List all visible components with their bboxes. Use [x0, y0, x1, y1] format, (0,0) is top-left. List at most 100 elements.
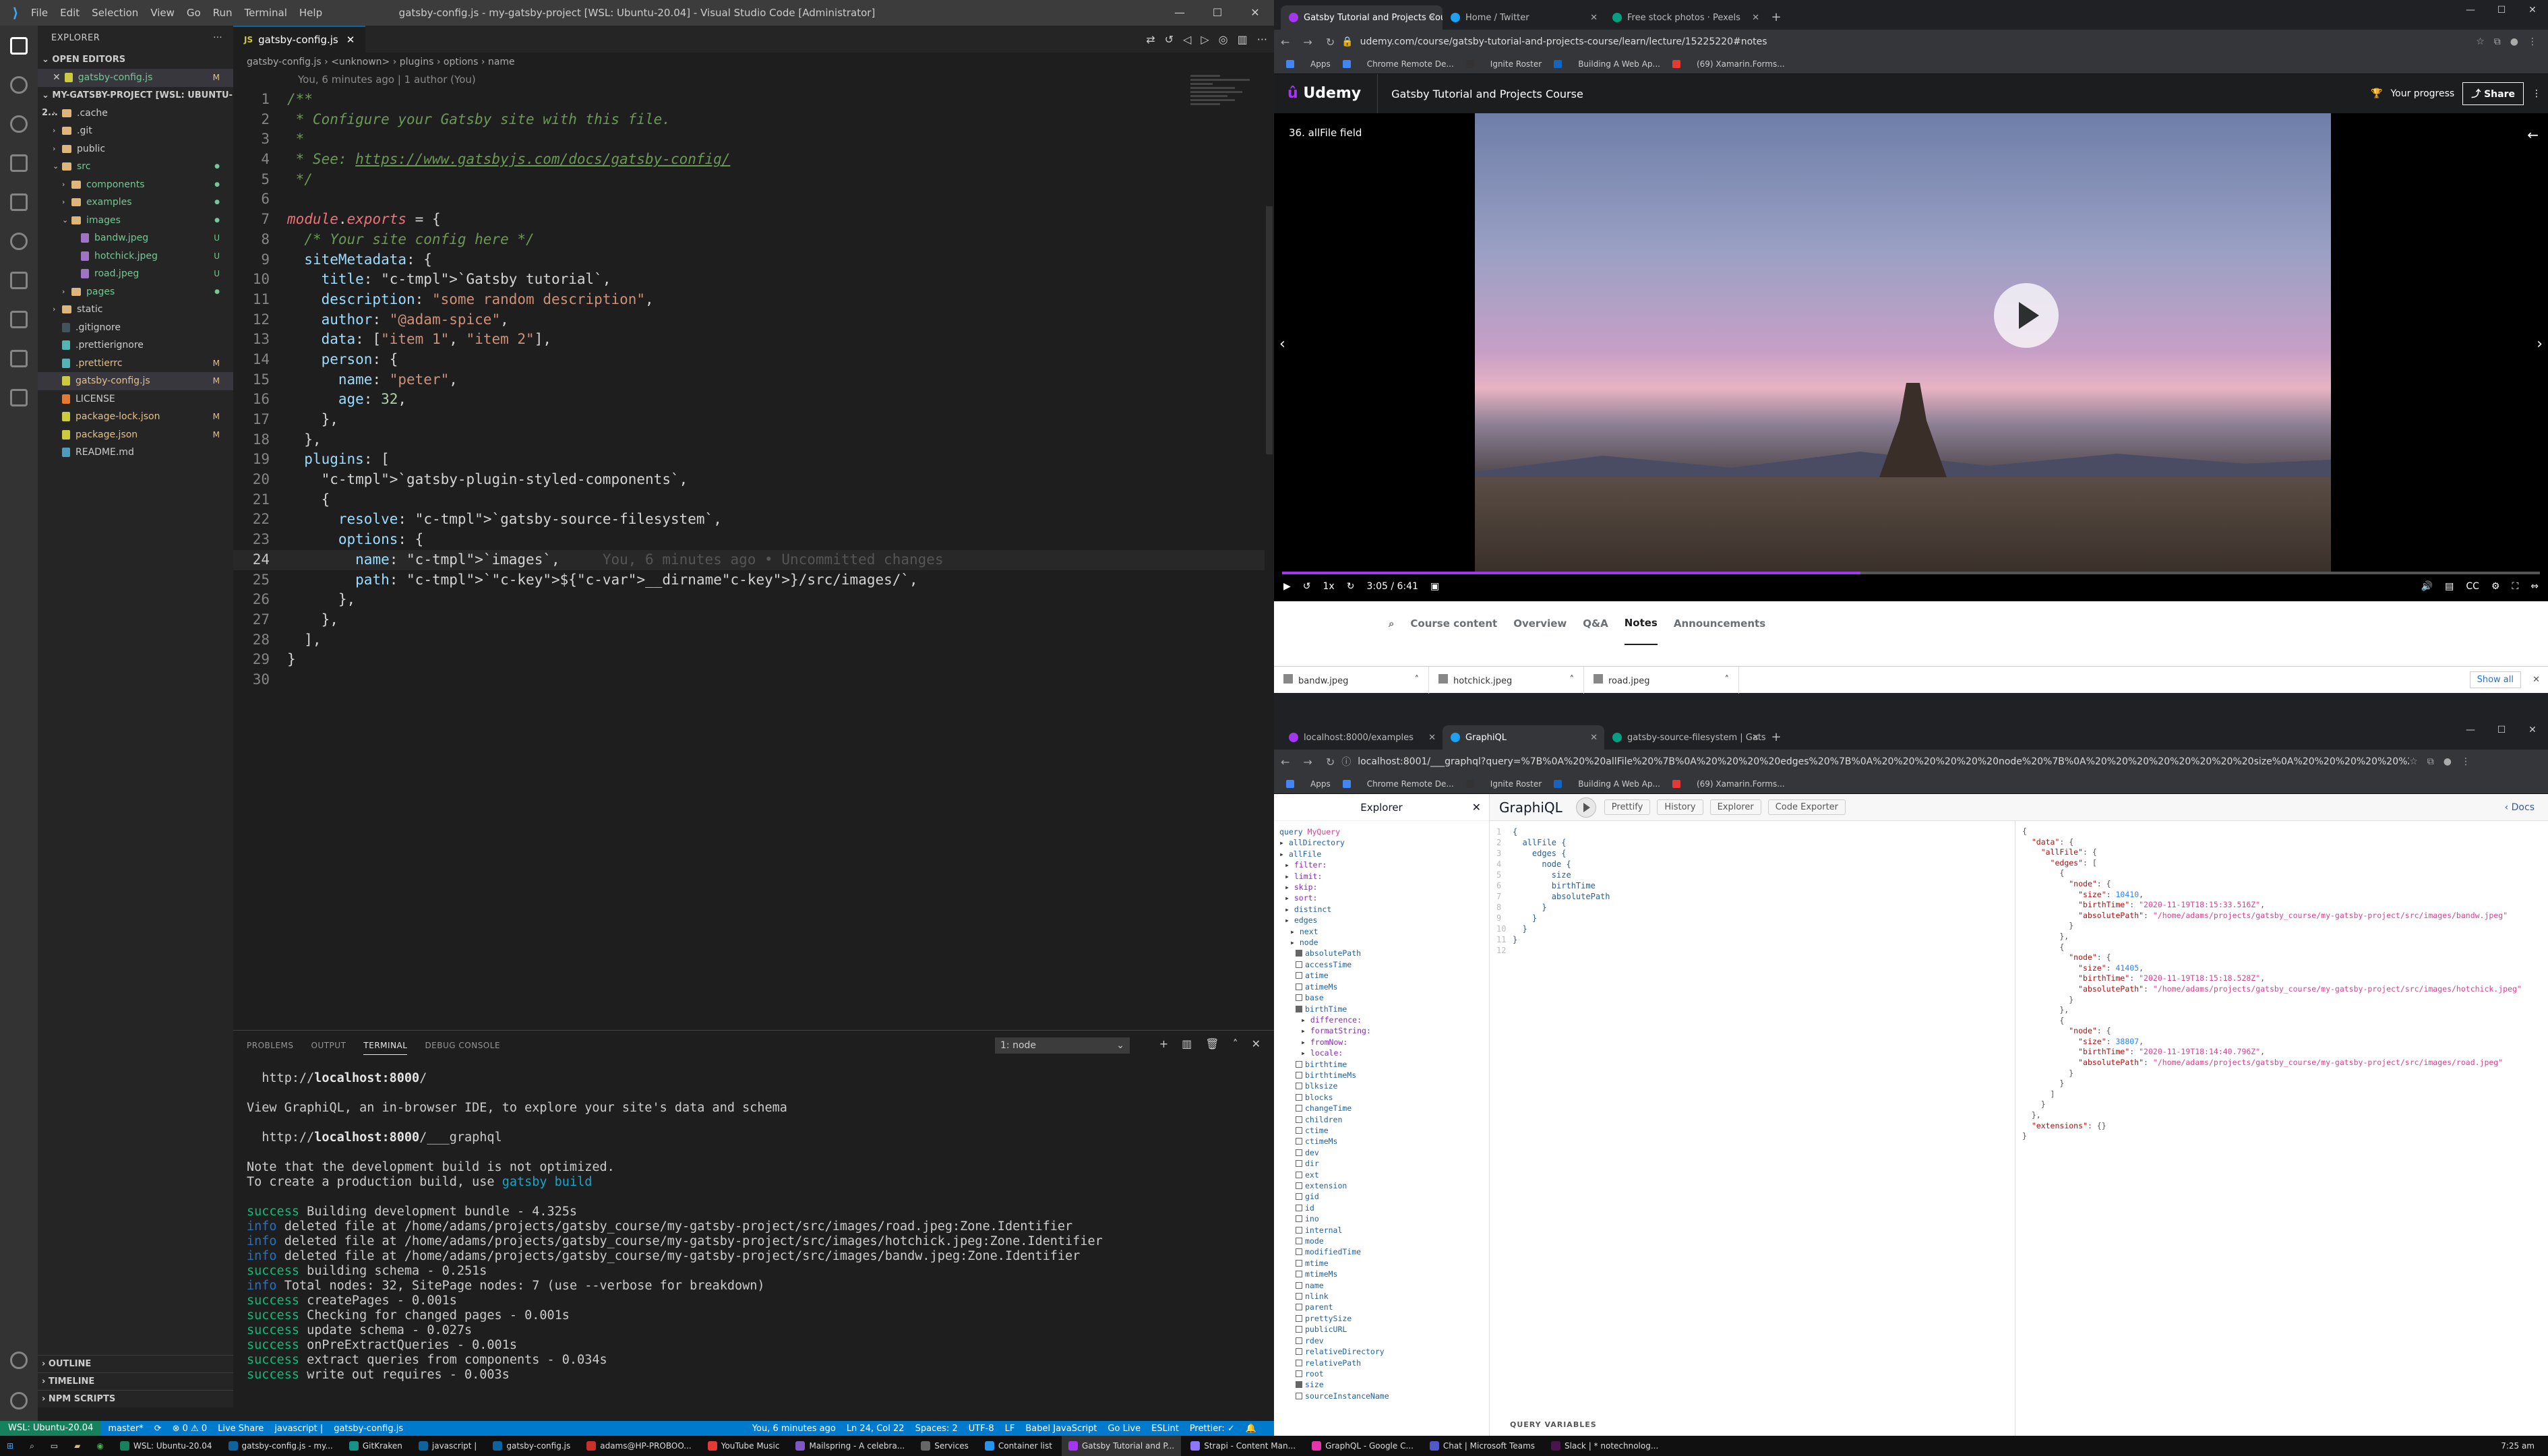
menu-icon[interactable]: ⋮	[2528, 36, 2537, 47]
taskbar-item[interactable]: Gatsby Tutorial and P...	[1061, 1436, 1182, 1456]
tree-item[interactable]: ⌄ images ●	[38, 212, 233, 230]
video-player[interactable]: 36. allFile field ‹ › ←	[1274, 113, 2548, 572]
taskbar-item[interactable]: Strapi - Content Man...	[1184, 1436, 1302, 1456]
explorer-field[interactable]: ino	[1279, 1213, 1489, 1224]
run-query-button[interactable]	[1575, 797, 1596, 818]
explorer-field[interactable]: gid	[1279, 1191, 1489, 1202]
breadcrumb-item[interactable]: options	[444, 57, 479, 67]
next-lecture-icon[interactable]: ›	[2537, 336, 2543, 353]
volume-icon[interactable]: 🔊	[2421, 581, 2433, 592]
split-terminal-icon[interactable]: ▥	[1182, 1037, 1192, 1050]
speed-button[interactable]: 1x	[1323, 581, 1335, 592]
tree-item[interactable]: › public	[38, 140, 233, 158]
extensions-activity[interactable]	[0, 189, 38, 216]
field-checkbox[interactable]	[1296, 1259, 1302, 1267]
history-button[interactable]: History	[1657, 799, 1703, 815]
bookmark[interactable]: (69) Xamarin.Forms...	[1672, 779, 1785, 789]
forward-icon[interactable]: →	[1303, 36, 1312, 49]
close-icon[interactable]: ✕	[2517, 0, 2548, 20]
chrome-icon[interactable]: ◉	[90, 1436, 110, 1456]
close-tab-icon[interactable]: ✕	[1428, 13, 1436, 23]
search-icon[interactable]: ⌕	[23, 1436, 41, 1456]
project-section[interactable]: ⌄ MY-GATSBY-PROJECT [WSL: UBUNTU-2...	[38, 87, 233, 118]
field-checkbox[interactable]	[1296, 1093, 1302, 1101]
menu-help[interactable]: Help	[299, 7, 322, 19]
explorer-field[interactable]: dev	[1279, 1147, 1489, 1158]
terminal-output[interactable]: http://localhost:8000/ View GraphiQL, an…	[247, 1071, 1103, 1383]
explorer-field[interactable]: absolutePath	[1279, 948, 1489, 959]
query-variables-label[interactable]: QUERY VARIABLES	[1510, 1420, 1597, 1429]
code-line[interactable]: 1 /**	[233, 90, 1265, 110]
explorer-field[interactable]: atime	[1279, 970, 1489, 981]
field-checkbox[interactable]	[1296, 1160, 1302, 1167]
tab-debug-console[interactable]: DEBUG CONSOLE	[425, 1037, 500, 1054]
code-line[interactable]: 11 description: "some random description…	[233, 290, 1265, 310]
explorer-field[interactable]: ▸ skip:	[1279, 882, 1489, 892]
close-tab-icon[interactable]: ✕	[1428, 733, 1436, 743]
field-checkbox[interactable]	[1296, 1370, 1302, 1377]
minimap[interactable]	[1190, 73, 1265, 133]
timeline-section[interactable]: › TIMELINE	[38, 1372, 233, 1390]
breadcrumb-item[interactable]: plugins	[400, 57, 434, 67]
expand-sidebar-icon[interactable]: ←	[2527, 127, 2539, 143]
code-line[interactable]: 16 age: 32,	[233, 390, 1265, 410]
field-checkbox[interactable]	[1296, 1314, 1302, 1322]
bell-icon[interactable]: 🔔	[1246, 1424, 1256, 1434]
explorer-field[interactable]: changeTime	[1279, 1103, 1489, 1114]
tree-item[interactable]: package.json M	[38, 426, 233, 444]
code-line[interactable]: 12 author: "@adam-spice",	[233, 310, 1265, 330]
explorer-field[interactable]: rdev	[1279, 1335, 1489, 1346]
taskbar-item[interactable]: javascript |	[412, 1436, 483, 1456]
prev-change-icon[interactable]: ◁	[1183, 33, 1191, 46]
browser-tab[interactable]: localhost:8000/examples ✕	[1281, 725, 1443, 750]
field-checkbox[interactable]	[1296, 961, 1302, 968]
start-icon[interactable]: ⊞	[0, 1436, 20, 1456]
field-checkbox[interactable]	[1296, 1060, 1302, 1068]
expand-icon[interactable]: ⇔	[2530, 581, 2539, 592]
encoding-status[interactable]: UTF-8	[969, 1424, 994, 1434]
taskbar-item[interactable]: Chat | Microsoft Teams	[1423, 1436, 1542, 1456]
code-line[interactable]: 18 },	[233, 430, 1265, 450]
field-checkbox[interactable]	[1296, 1138, 1302, 1145]
field-checkbox[interactable]	[1296, 1304, 1302, 1311]
maximize-icon[interactable]: ☐	[2486, 720, 2517, 740]
tree-item[interactable]: ⌄ src ●	[38, 158, 233, 176]
explorer-field[interactable]: name	[1279, 1280, 1489, 1291]
bookmark[interactable]: Building A Web Ap...	[1554, 59, 1660, 69]
explorer-field[interactable]: ▸ allFile	[1279, 849, 1489, 859]
share-button[interactable]: ⤴ Share	[2462, 82, 2524, 105]
field-checkbox[interactable]	[1296, 1083, 1302, 1090]
forward-icon[interactable]: ↻	[1347, 581, 1355, 592]
taskbar-item[interactable]: gatsby-config.js - my...	[222, 1436, 340, 1456]
explorer-field[interactable]: publicURL	[1279, 1324, 1489, 1335]
extension-icon[interactable]: ⧉	[2494, 36, 2501, 47]
breadcrumb-item[interactable]: <unknown>	[331, 57, 390, 67]
code-line[interactable]: 6	[233, 189, 1265, 210]
profile-icon[interactable]: ●	[2510, 36, 2518, 47]
open-editors-section[interactable]: ⌄ OPEN EDITORS	[38, 51, 233, 69]
tree-item[interactable]: bandw.jpeg U	[38, 229, 233, 247]
explorer-field[interactable]: blocks	[1279, 1092, 1489, 1103]
field-checkbox[interactable]	[1296, 1226, 1302, 1234]
explorer-field[interactable]: blksize	[1279, 1081, 1489, 1091]
gitlens-activity[interactable]	[0, 228, 38, 255]
task-view-icon[interactable]: ▭	[44, 1436, 65, 1456]
code-editor[interactable]: 1 /** 2 * Configure your Gatsby site with …	[233, 90, 1265, 690]
taskbar-item[interactable]: gatsby-config.js	[486, 1436, 577, 1456]
split-editor-icon[interactable]: ▥	[1238, 33, 1248, 46]
reload-icon[interactable]: ↻	[1326, 756, 1335, 768]
terminal-select[interactable]: 1: node ⌄	[995, 1037, 1130, 1054]
code-line[interactable]: 21 {	[233, 490, 1265, 510]
field-checkbox[interactable]	[1296, 1238, 1302, 1245]
code-line[interactable]: 27 },	[233, 610, 1265, 630]
compare-icon[interactable]: ⇄	[1146, 33, 1155, 46]
field-checkbox[interactable]	[1296, 1116, 1302, 1123]
code-exporter-button[interactable]: Code Exporter	[1767, 799, 1846, 815]
close-tab-icon[interactable]: ✕	[1752, 733, 1759, 743]
code-line[interactable]: 19 plugins: [	[233, 450, 1265, 470]
search-activity[interactable]	[0, 111, 38, 138]
branch-indicator[interactable]: master*	[108, 1424, 143, 1434]
trash-icon[interactable]: 🗑	[1205, 1037, 1219, 1050]
back-icon[interactable]: ←	[1281, 756, 1290, 768]
taskbar-item[interactable]: Slack | * notechnolog...	[1544, 1436, 1665, 1456]
